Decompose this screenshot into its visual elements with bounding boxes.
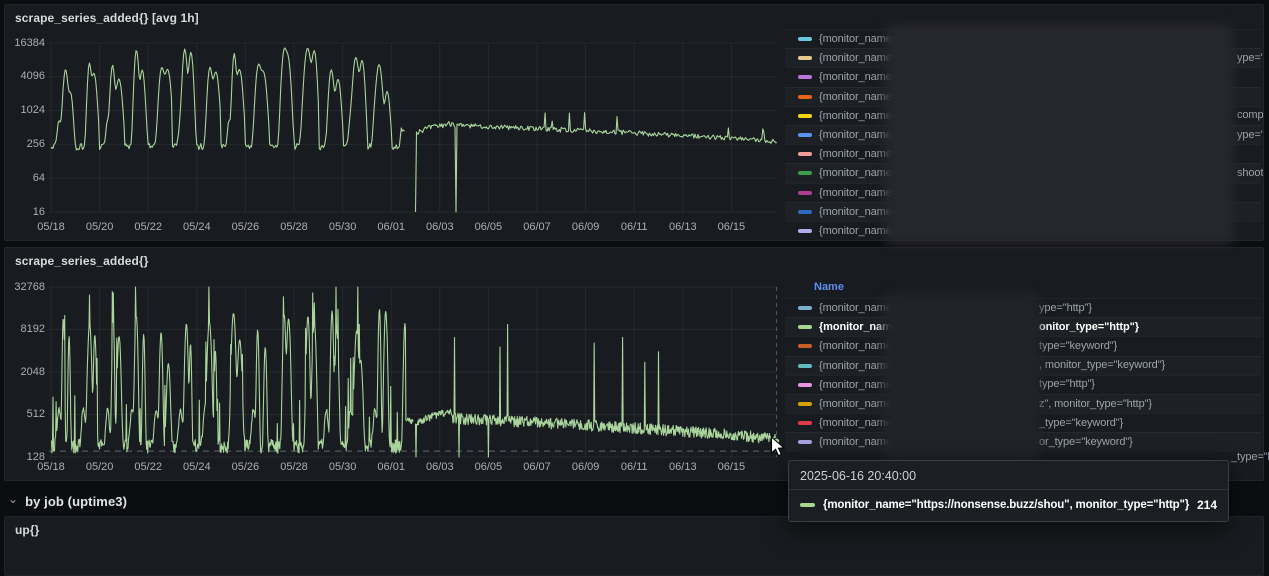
series-color-marker	[798, 364, 812, 368]
x-axis-tick-label: 06/11	[610, 222, 658, 233]
series-color-marker	[798, 75, 812, 79]
legend-label-fragment: z", monitor_type="http"}	[1039, 399, 1152, 410]
x-axis-tick-label: 05/18	[27, 462, 75, 473]
x-axis-tick-label: 05/30	[319, 222, 367, 233]
tooltip-series-label: {monitor_name="https://nonsense.buzz/sho…	[823, 499, 1189, 511]
series-color-marker	[798, 440, 812, 444]
x-axis-tick-label: 06/01	[367, 462, 415, 473]
y-axis-tick-label: 256	[7, 139, 45, 150]
x-axis-tick-label: 06/15	[707, 462, 755, 473]
series-color-marker	[798, 325, 812, 329]
timeseries-panel-scrape-raw: scrape_series_added{} 327688192204851212…	[4, 247, 1264, 481]
y-axis-tick-label: 2048	[7, 367, 45, 378]
x-axis-tick-label: 06/09	[562, 462, 610, 473]
hover-tooltip: 2025-06-16 20:40:00 {monitor_name="https…	[788, 460, 1229, 522]
x-axis-tick-label: 06/05	[464, 222, 512, 233]
x-axis-tick-label: 06/03	[416, 222, 464, 233]
series-color-marker	[798, 133, 812, 137]
series-color-marker	[798, 152, 812, 156]
y-axis-tick-label: 8192	[7, 324, 45, 335]
series-color-marker	[798, 171, 812, 175]
series-color-marker	[798, 95, 812, 99]
x-axis-tick-label: 05/22	[124, 222, 172, 233]
legend-label-fragment: shootin	[1237, 168, 1264, 179]
series-color-marker	[798, 37, 812, 41]
y-axis-tick-label: 64	[7, 173, 45, 184]
series-color-marker	[798, 114, 812, 118]
legend-label-fragment: _type="keyword"}	[1039, 418, 1123, 429]
chevron-down-icon[interactable]: ⌄	[8, 494, 18, 504]
x-axis-tick-label: 05/26	[221, 462, 269, 473]
series-color-marker	[798, 191, 812, 195]
row-title: by job (uptime3)	[25, 494, 127, 509]
x-axis-tick-label: 06/13	[659, 222, 707, 233]
y-axis-tick-label: 16	[7, 207, 45, 218]
x-axis-tick-label: 05/30	[319, 462, 367, 473]
y-axis-tick-label: 512	[7, 409, 45, 420]
y-axis-tick-label: 4096	[7, 71, 45, 82]
grafana-dashboard: { "app": {"name": "Grafana time series d…	[0, 0, 1269, 545]
x-axis-tick-label: 06/07	[513, 222, 561, 233]
legend-row-fragment: _type="k	[1231, 452, 1269, 463]
privacy-blur-overlay	[884, 24, 1234, 245]
x-axis-tick-label: 05/22	[124, 462, 172, 473]
x-axis-tick-label: 05/20	[76, 462, 124, 473]
series-color-marker	[798, 421, 812, 425]
legend-label-fragment: type="keyword"}	[1039, 341, 1117, 352]
x-axis-tick-label: 06/05	[464, 462, 512, 473]
x-axis-tick-label: 06/07	[513, 462, 561, 473]
legend-label-fragment: ype="ke	[1237, 130, 1264, 141]
y-axis-tick-label: 1024	[7, 105, 45, 116]
series-color-marker	[798, 229, 812, 233]
x-axis-tick-label: 05/28	[270, 462, 318, 473]
x-axis-tick-label: 06/03	[416, 462, 464, 473]
x-axis-tick-label: 05/24	[173, 222, 221, 233]
y-axis-tick-label: 16384	[7, 38, 45, 49]
privacy-blur-overlay	[882, 293, 1040, 461]
legend-label-fragment: ype="ht	[1237, 53, 1264, 64]
tooltip-series-row: {monitor_name="https://nonsense.buzz/sho…	[789, 490, 1228, 521]
legend-label-fragment: , monitor_type="keyword"}	[1039, 360, 1165, 371]
x-axis-tick-label: 05/28	[270, 222, 318, 233]
series-color-marker	[798, 306, 812, 310]
x-axis-tick-label: 06/09	[562, 222, 610, 233]
tooltip-timestamp: 2025-06-16 20:40:00	[789, 461, 1228, 490]
x-axis-tick-label: 06/15	[707, 222, 755, 233]
series-color-marker	[798, 56, 812, 60]
y-axis-tick-label: 32768	[7, 282, 45, 293]
series-color-marker	[800, 503, 815, 507]
x-axis-tick-label: 06/11	[610, 462, 658, 473]
x-axis-tick-label: 05/18	[27, 222, 75, 233]
series-color-marker	[798, 210, 812, 214]
legend-label-fragment: or_type="keyword"}	[1039, 437, 1133, 448]
legend-label-fragment: compa	[1237, 110, 1264, 121]
x-axis-tick-label: 06/01	[367, 222, 415, 233]
series-color-marker	[798, 344, 812, 348]
series-color-marker	[798, 383, 812, 387]
legend-column-header-name[interactable]: Name	[814, 282, 844, 293]
series-line	[51, 48, 777, 212]
x-axis-tick-label: 05/26	[221, 222, 269, 233]
dashboard-row-header[interactable]: ⌄ by job (uptime3)	[8, 489, 127, 513]
timeseries-panel-up: up{}	[4, 516, 1264, 576]
x-axis-tick-label: 05/24	[173, 462, 221, 473]
legend-label-fragment: ype="http"}	[1039, 303, 1092, 314]
tooltip-series-value: 214	[1197, 498, 1217, 512]
x-axis-tick-label: 06/13	[659, 462, 707, 473]
legend-label-fragment: type="http"}	[1039, 379, 1095, 390]
series-color-marker	[798, 402, 812, 406]
legend-label-fragment: onitor_type="http"}	[1039, 322, 1139, 333]
x-axis-tick-label: 05/20	[76, 222, 124, 233]
panel-title[interactable]: up{}	[15, 523, 39, 537]
mouse-cursor	[770, 436, 788, 458]
